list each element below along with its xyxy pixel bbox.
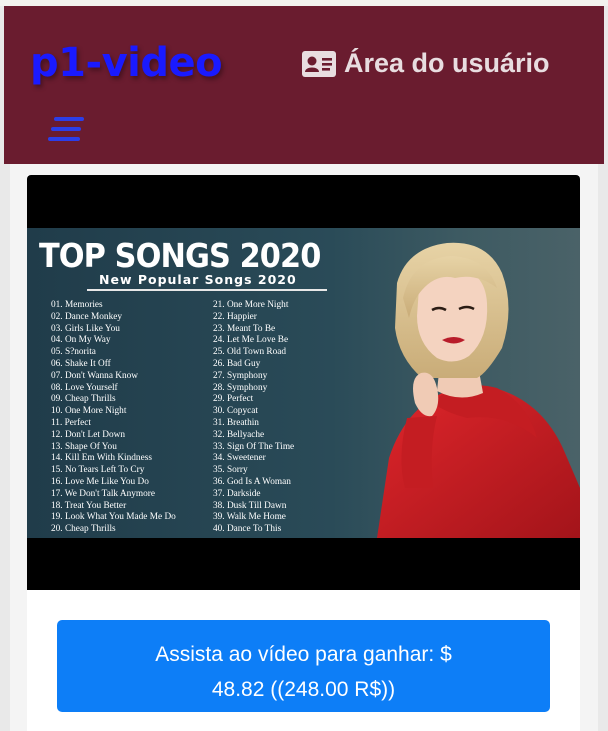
- brand-logo[interactable]: p1-video: [30, 40, 223, 86]
- song-list-right: 21. One More Night 22. Happier 23. Meant T…: [213, 300, 294, 536]
- video-thumbnail: TOP SONGS 2020 New Popular Songs 2020 01…: [27, 228, 580, 538]
- song-item: 36. God Is A Woman: [213, 476, 291, 487]
- thumbnail-title: TOP SONGS 2020: [39, 236, 321, 275]
- song-item: 08. Love Yourself: [51, 382, 118, 393]
- user-area-link[interactable]: Área do usuário: [302, 48, 550, 79]
- song-item: 01. Memories: [51, 300, 103, 310]
- song-item: 18. Treat You Better: [51, 500, 127, 511]
- song-item: 38. Dusk Till Dawn: [213, 500, 287, 511]
- video-card: TOP SONGS 2020 New Popular Songs 2020 01…: [27, 175, 580, 731]
- song-item: 04. On My Way: [51, 335, 111, 346]
- id-card-icon: [302, 50, 336, 77]
- song-item: 12. Don't Let Down: [51, 429, 125, 440]
- song-item: 24. Let Me Love Be: [213, 335, 289, 346]
- singer-portrait: [377, 242, 580, 538]
- song-item: 28. Symphony: [213, 382, 268, 393]
- thumbnail-subtitle: New Popular Songs 2020: [99, 272, 297, 287]
- song-item: 37. Darkside: [213, 488, 261, 499]
- song-item: 05. S?norita: [51, 347, 96, 358]
- song-item: 34. Sweetener: [213, 453, 266, 464]
- song-item: 35. Sorry: [213, 465, 248, 476]
- hamburger-menu-icon[interactable]: [48, 117, 86, 147]
- song-item: 29. Perfect: [213, 394, 254, 405]
- song-item: 14. Kill Em With Kindness: [51, 453, 152, 464]
- song-item: 39. Walk Me Home: [213, 512, 286, 523]
- song-item: 13. Shape Of You: [51, 441, 117, 452]
- song-item: 09. Cheap Thrills: [51, 394, 116, 405]
- song-item: 33. Sign Of The Time: [213, 441, 295, 452]
- song-item: 23. Meant To Be: [213, 323, 276, 334]
- user-area-label: Área do usuário: [344, 48, 550, 78]
- song-list-left: 01. Memories 02. Dance Monkey 03. Girls Li…: [51, 300, 176, 536]
- song-item: 02. Dance Monkey: [51, 311, 122, 322]
- song-item: 03. Girls Like You: [51, 323, 120, 334]
- song-item: 20. Cheap Thrills: [51, 524, 116, 535]
- song-item: 10. One More Night: [51, 406, 127, 417]
- song-item: 15. No Tears Left To Cry: [51, 465, 145, 476]
- song-item: 11. Perfect: [51, 417, 91, 428]
- site-header: p1-video Área do usuário: [4, 6, 604, 164]
- song-item: 21. One More Night: [213, 300, 289, 310]
- song-item: 07. Don't Wanna Know: [51, 370, 138, 381]
- video-player[interactable]: TOP SONGS 2020 New Popular Songs 2020 01…: [27, 175, 580, 590]
- song-item: 27. Symphony: [213, 370, 268, 381]
- song-item: 22. Happier: [213, 311, 257, 322]
- song-item: 40. Dance To This: [213, 524, 282, 535]
- song-item: 32. Bellyache: [213, 429, 265, 440]
- song-item: 06. Shake It Off: [51, 358, 111, 369]
- main-content: TOP SONGS 2020 New Popular Songs 2020 01…: [10, 164, 598, 731]
- cta-line-1: Assista ao vídeo para ganhar: $: [155, 642, 452, 666]
- song-item: 30. Copycat: [213, 406, 258, 417]
- song-item: 17. We Don't Talk Anymore: [51, 488, 155, 499]
- thumbnail-underline: [87, 289, 327, 291]
- cta-line-2: 48.82 ((248.00 R$)): [211, 677, 396, 701]
- song-item: 25. Old Town Road: [213, 347, 287, 358]
- song-item: 16. Love Me Like You Do: [51, 476, 149, 487]
- song-item: 19. Look What You Made Me Do: [51, 512, 176, 523]
- song-item: 26. Bad Guy: [213, 358, 261, 369]
- watch-video-earn-button[interactable]: Assista ao vídeo para ganhar: $ 48.82 ((…: [57, 620, 550, 712]
- song-item: 31. Breathin: [213, 417, 259, 428]
